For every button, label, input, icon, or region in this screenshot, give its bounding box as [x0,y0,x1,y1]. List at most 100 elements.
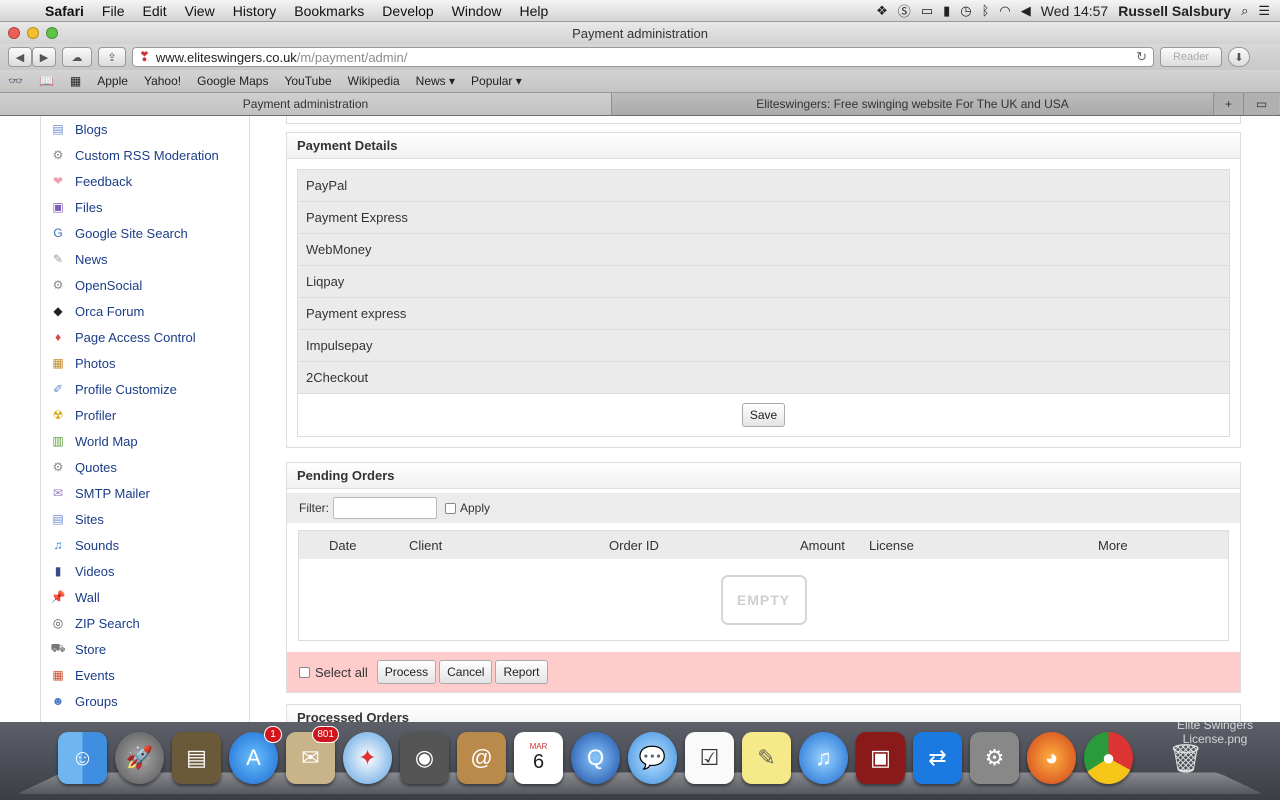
provider-paypal[interactable]: PayPal [298,170,1229,202]
notification-center-icon[interactable]: ☰ [1258,3,1270,19]
desktop-file-label[interactable]: Elite Swingers License.png [1160,718,1270,746]
bookmarks-book-icon[interactable]: 📖 [31,74,62,88]
system-preferences-icon[interactable]: ⚙ [970,732,1019,784]
report-button[interactable]: Report [495,660,548,684]
menu-help[interactable]: Help [510,3,557,19]
spotlight-search-icon[interactable]: ⌕ [1241,3,1248,19]
menu-file[interactable]: File [93,3,134,19]
tab-eliteswingers-home[interactable]: Eliteswingers: Free swinging website For… [612,93,1214,115]
top-sites-icon[interactable]: ▦ [62,74,89,88]
firefox-icon[interactable]: ◕ [1027,732,1076,784]
sidebar-item-wall[interactable]: 📌 Wall [41,584,249,610]
volume-icon[interactable]: ◀ [1021,3,1031,19]
reload-icon[interactable]: ↻ [1136,49,1147,65]
provider-webmoney[interactable]: WebMoney [298,234,1229,266]
sidebar-item-sounds[interactable]: ♫ Sounds [41,532,249,558]
image-capture-icon[interactable]: ▤ [172,732,221,784]
provider-payment-express[interactable]: Payment Express [298,202,1229,234]
itunes-icon[interactable]: ♫ [799,732,848,784]
sidebar-item-world-map[interactable]: ▥ World Map [41,428,249,454]
skype-icon[interactable]: Ⓢ [898,1,911,20]
menu-bookmarks[interactable]: Bookmarks [285,3,373,19]
sidebar-item-quotes[interactable]: ⚙ Quotes [41,454,249,480]
sidebar-item-opensocial[interactable]: ⚙ OpenSocial [41,272,249,298]
reader-button[interactable]: Reader [1160,47,1222,67]
bookmark-news-folder[interactable]: News ▾ [408,74,463,88]
sidebar-item-store[interactable]: ⛟ Store [41,636,249,662]
contacts-icon[interactable]: @ [457,732,506,784]
new-tab-button[interactable]: + [1214,93,1244,115]
menu-view[interactable]: View [176,3,224,19]
teamviewer-icon[interactable]: ⇄ [913,732,962,784]
tab-overview-button[interactable]: ▭ [1244,93,1279,115]
sidebar-item-zip-search[interactable]: ◎ ZIP Search [41,610,249,636]
calendar-icon[interactable]: MAR 6 [514,732,563,784]
sidebar-item-page-access-control[interactable]: ♦ Page Access Control [41,324,249,350]
reading-list-icon[interactable]: 👓 [0,74,31,88]
tab-payment-administration[interactable]: Payment administration [0,93,612,115]
clock[interactable]: Wed 14:57 [1041,3,1108,19]
messages-icon[interactable]: 💬 [628,732,677,784]
chrome-icon[interactable]: ● [1084,732,1133,784]
address-bar[interactable]: ❣ www.eliteswingers.co.uk/m/payment/admi… [132,47,1154,67]
provider-liqpay[interactable]: Liqpay [298,266,1229,298]
menu-develop[interactable]: Develop [373,3,442,19]
sidebar-item-sites[interactable]: ▤ Sites [41,506,249,532]
sidebar-item-custom-rss-moderation[interactable]: ⚙ Custom RSS Moderation [41,142,249,168]
sidebar-item-orca-forum[interactable]: ◆ Orca Forum [41,298,249,324]
filter-input[interactable] [333,497,437,519]
sidebar-item-smtp-mailer[interactable]: ✉ SMTP Mailer [41,480,249,506]
menu-history[interactable]: History [224,3,286,19]
process-button[interactable]: Process [376,660,437,684]
sidebar-item-files[interactable]: ▣ Files [41,194,249,220]
menu-edit[interactable]: Edit [133,3,175,19]
sidebar-item-feedback[interactable]: ❤ Feedback [41,168,249,194]
facetime-icon[interactable]: ◉ [400,732,449,784]
sidebar-item-blogs[interactable]: ▤ Blogs [41,116,249,142]
airplay-icon[interactable]: ▭ [921,3,933,19]
launchpad-icon[interactable]: 🚀 [115,732,164,784]
provider-impulsepay[interactable]: Impulsepay [298,330,1229,362]
select-all-checkbox[interactable] [299,666,310,678]
bookmark-popular-folder[interactable]: Popular ▾ [463,74,530,88]
safari-icon[interactable]: ✦ [343,732,392,784]
sidebar-item-profiler[interactable]: ☢ Profiler [41,402,249,428]
app-store-icon[interactable]: A1 [229,726,282,784]
mail-icon[interactable]: ✉ 801 [286,726,339,784]
user-name[interactable]: Russell Salsbury [1118,3,1231,19]
wifi-icon[interactable]: ◠ [999,3,1010,19]
reminders-icon[interactable]: ☑ [685,732,734,784]
share-button[interactable]: ⇪ [98,47,126,67]
menu-app-name[interactable]: Safari [36,3,93,19]
forward-button[interactable]: ▶ [32,47,56,67]
save-button[interactable]: Save [741,403,786,427]
finder-icon[interactable]: ☺ [58,732,107,784]
battery-icon[interactable]: ▮ [943,3,950,19]
back-button[interactable]: ◀ [8,47,32,67]
downloads-button[interactable]: ⬇ [1228,47,1250,67]
notes-icon[interactable]: ✎ [742,732,791,784]
icloud-tabs-button[interactable]: ☁ [62,47,92,67]
bluetooth-icon[interactable]: ᛒ [982,3,990,18]
apply-checkbox[interactable] [445,502,456,514]
quicktime-icon[interactable]: Q [571,732,620,784]
menu-window[interactable]: Window [443,3,511,19]
bookmark-youtube[interactable]: YouTube [276,74,339,88]
sidebar-item-photos[interactable]: ▦ Photos [41,350,249,376]
time-machine-icon[interactable]: ◷ [960,3,971,19]
bookmark-google-maps[interactable]: Google Maps [189,74,276,88]
photo-booth-icon[interactable]: ▣ [856,732,905,784]
dropbox-icon[interactable]: ❖ [876,3,888,19]
provider-payment-express-2[interactable]: Payment express [298,298,1229,330]
bookmark-apple[interactable]: Apple [89,74,136,88]
bookmark-wikipedia[interactable]: Wikipedia [340,74,408,88]
sidebar-item-profile-customize[interactable]: ✐ Profile Customize [41,376,249,402]
sidebar-item-payment[interactable]: ▤Payment [41,714,249,723]
provider-2checkout[interactable]: 2Checkout [298,362,1229,394]
sidebar-item-videos[interactable]: ▮ Videos [41,558,249,584]
bookmark-yahoo[interactable]: Yahoo! [136,74,189,88]
sidebar-item-events[interactable]: ▦ Events [41,662,249,688]
sidebar-item-google-site-search[interactable]: G Google Site Search [41,220,249,246]
cancel-button[interactable]: Cancel [439,660,493,684]
sidebar-item-groups[interactable]: ☻ Groups [41,688,249,714]
